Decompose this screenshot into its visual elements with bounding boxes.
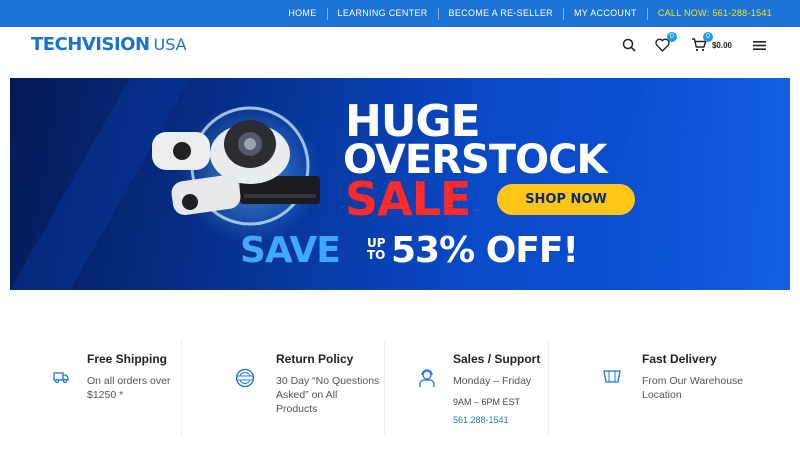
- call-now-link[interactable]: CALL NOW: 561-288-1541: [648, 0, 782, 27]
- feature-text: 30 Day “No Questions Asked” on All Produ…: [276, 375, 380, 415]
- support-phone-link[interactable]: 561.288-1541: [453, 415, 509, 425]
- feature-free-shipping: Free Shipping On all orders over $1250 *: [52, 340, 180, 440]
- shop-now-button[interactable]: SHOP NOW: [497, 184, 635, 215]
- warehouse-icon: [602, 368, 624, 390]
- top-bar: HOME LEARNING CENTER BECOME A RE-SELLER …: [0, 0, 800, 27]
- feature-fast-delivery: Fast Delivery From Our Warehouse Locatio…: [602, 340, 762, 440]
- nav-home-link[interactable]: HOME: [278, 0, 326, 27]
- feature-text: Monday – Friday: [453, 375, 532, 387]
- nav-become-reseller-link[interactable]: BECOME A RE-SELLER: [439, 0, 563, 27]
- hamburger-menu-icon[interactable]: [748, 34, 770, 56]
- feature-title: Fast Delivery: [642, 352, 717, 366]
- feature-title: Return Policy: [276, 352, 354, 366]
- wishlist-count-badge: 0: [666, 32, 677, 42]
- nav-learning-center-link[interactable]: LEARNING CENTER: [328, 0, 438, 27]
- top-nav: HOME LEARNING CENTER BECOME A RE-SELLER …: [278, 0, 782, 27]
- support-hours: 9AM – 6PM EST: [453, 397, 521, 407]
- site-logo[interactable]: TECHVISION USA: [31, 33, 187, 55]
- delivery-truck-icon: [52, 368, 74, 390]
- feature-sales-support: Sales / Support Monday – Friday 9AM – 6P…: [418, 340, 548, 440]
- hero-banner[interactable]: HUGE OVERSTOCK SALE SHOP NOW SAVE UP TO …: [10, 78, 790, 290]
- nav-my-account-link[interactable]: MY ACCOUNT: [564, 0, 647, 27]
- feature-divider: [384, 340, 385, 436]
- hero-save-text: SAVE: [240, 230, 341, 271]
- feature-text: On all orders over $1250 *: [87, 375, 171, 401]
- search-icon[interactable]: [618, 34, 640, 56]
- feature-text: From Our Warehouse Location: [642, 375, 744, 401]
- feature-return-policy: Return Policy 30 Day “No Questions Asked…: [234, 340, 382, 440]
- feature-title: Free Shipping: [87, 352, 168, 366]
- feature-divider: [548, 340, 549, 436]
- cart-button[interactable]: 0: [688, 32, 713, 56]
- cart-total[interactable]: $0.00: [712, 41, 732, 50]
- hero-discount-text: 53% OFF!: [391, 230, 579, 271]
- guarantee-badge-icon: [234, 368, 256, 390]
- logo-text: TECHVISION: [31, 33, 150, 55]
- feature-divider: [181, 340, 182, 436]
- header-icons: 0 0 $0.00: [610, 31, 770, 59]
- hero-headline-sale: SALE: [345, 172, 471, 226]
- cart-count-badge: 0: [702, 32, 713, 42]
- site-header: TECHVISION USA 0 0 $0.00: [0, 27, 800, 63]
- feature-title: Sales / Support: [453, 352, 541, 366]
- hero-upto-text: UP TO: [367, 236, 386, 262]
- support-agent-icon: [418, 368, 440, 390]
- wishlist-button[interactable]: 0: [652, 32, 677, 56]
- logo-sub-text: USA: [153, 34, 187, 54]
- features-strip: Free Shipping On all orders over $1250 *…: [0, 340, 800, 440]
